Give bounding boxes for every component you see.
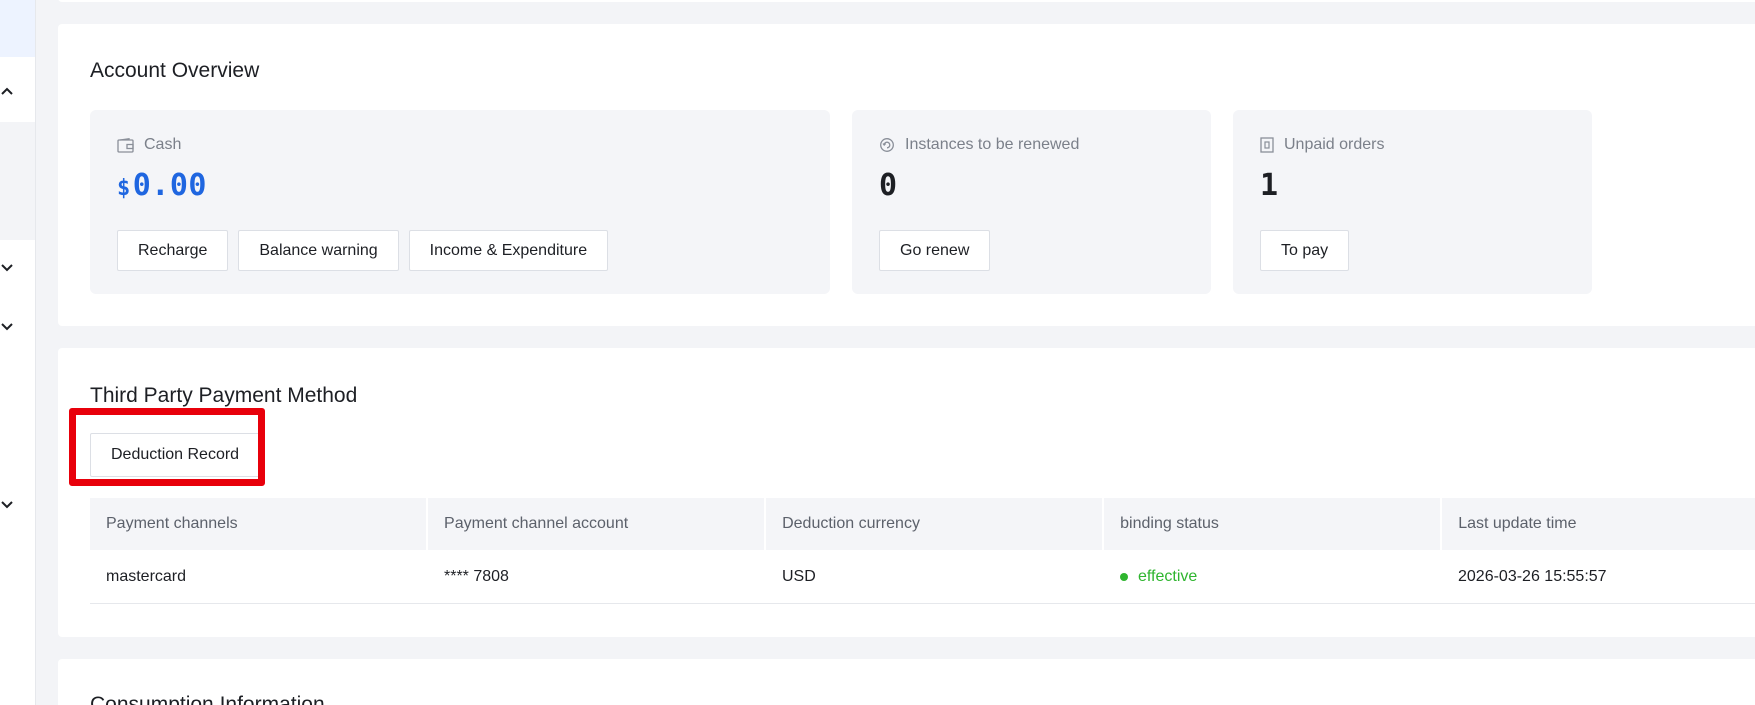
unpaid-label: Unpaid orders	[1284, 136, 1385, 153]
top-card	[58, 0, 1755, 2]
consumption-title: Consumption Information	[90, 693, 325, 705]
deduction-currency-cell: USD	[782, 568, 816, 585]
sidebar	[0, 0, 36, 705]
payment-table: Payment channels Payment channel account…	[90, 498, 1755, 604]
payment-method-title: Third Party Payment Method	[90, 384, 358, 407]
go-renew-button[interactable]: Go renew	[879, 230, 991, 271]
cash-label: Cash	[144, 136, 182, 153]
chevron-up-icon[interactable]	[0, 84, 14, 98]
currency-symbol: $	[117, 176, 131, 201]
last-update-cell: 2026-03-26 15:55:57	[1458, 568, 1607, 585]
table-row: mastercard **** 7808 USD effective 2026-…	[90, 550, 1755, 604]
column-header: binding status	[1104, 498, 1443, 550]
chevron-down-icon[interactable]	[0, 320, 14, 334]
unpaid-panel: Unpaid orders 1 To pay	[1233, 110, 1592, 294]
deduction-record-button[interactable]: Deduction Record	[90, 433, 261, 477]
sidebar-active-item[interactable]	[0, 0, 35, 57]
payment-method-card: Third Party Payment Method Deduction Rec…	[58, 348, 1755, 637]
renew-panel: Instances to be renewed 0 Go renew	[852, 110, 1211, 294]
binding-status-cell: effective	[1104, 550, 1442, 604]
account-overview-card: Account Overview Cash $0.00 Recharge Bal…	[58, 24, 1755, 326]
order-icon	[1260, 137, 1274, 153]
cash-panel: Cash $0.00 Recharge Balance warning Inco…	[90, 110, 830, 294]
renew-label: Instances to be renewed	[905, 136, 1080, 153]
income-expenditure-button[interactable]: Income & Expenditure	[408, 230, 609, 271]
column-header: Payment channels	[90, 498, 429, 550]
recharge-button[interactable]: Recharge	[117, 230, 229, 271]
cash-balance: $0.00	[117, 168, 207, 203]
balance-warning-button[interactable]: Balance warning	[238, 230, 399, 271]
table-header: Payment channels Payment channel account…	[90, 498, 1755, 550]
unpaid-actions: To pay	[1260, 230, 1350, 271]
consumption-card: Consumption Information	[58, 659, 1755, 705]
binding-status-text: effective	[1138, 568, 1198, 585]
renew-actions: Go renew	[879, 230, 991, 271]
column-header: Payment channel account	[428, 498, 767, 550]
sidebar-submenu	[0, 122, 35, 240]
renew-label-row: Instances to be renewed	[879, 136, 1079, 154]
renew-icon	[879, 137, 895, 153]
cash-value: 0.00	[132, 168, 207, 203]
unpaid-count: 1	[1260, 168, 1279, 203]
wallet-icon	[117, 137, 134, 153]
to-pay-button[interactable]: To pay	[1260, 230, 1350, 271]
cash-label-row: Cash	[117, 136, 181, 154]
unpaid-label-row: Unpaid orders	[1260, 136, 1385, 154]
chevron-down-icon[interactable]	[0, 498, 14, 512]
payment-account-cell: **** 7808	[444, 568, 509, 585]
account-overview-title: Account Overview	[90, 59, 260, 82]
renew-count: 0	[879, 168, 898, 203]
cash-actions: Recharge Balance warning Income & Expend…	[117, 230, 609, 271]
chevron-down-icon[interactable]	[0, 261, 14, 275]
column-header: Last update time	[1458, 515, 1577, 532]
status-dot-icon	[1120, 573, 1128, 581]
payment-channel-cell: mastercard	[106, 568, 187, 585]
column-header: Deduction currency	[766, 498, 1105, 550]
